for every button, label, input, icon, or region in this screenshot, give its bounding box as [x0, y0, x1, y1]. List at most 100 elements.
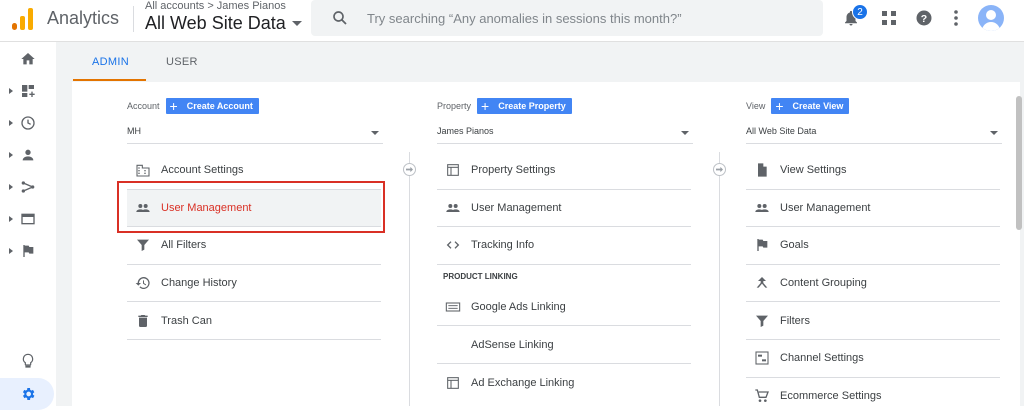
- tracking-info-item[interactable]: Tracking Info: [437, 227, 691, 265]
- menu-item-label: Ad Exchange Linking: [471, 376, 575, 389]
- view-selector[interactable]: All Web Site Data: [145, 13, 302, 34]
- tab-bar: ADMIN USER: [56, 42, 1024, 82]
- property-settings-item[interactable]: Property Settings: [437, 152, 691, 190]
- breadcrumb[interactable]: All accounts > James Pianos: [145, 0, 286, 12]
- caret-down-icon: [291, 21, 302, 26]
- rail-audience[interactable]: [0, 140, 56, 170]
- property-user-management-item[interactable]: User Management: [437, 190, 691, 228]
- view-title: All Web Site Data: [145, 13, 286, 33]
- window-icon: [447, 376, 459, 389]
- view-selector[interactable]: All Web Site Data: [746, 126, 1002, 144]
- menu-item-label: User Management: [780, 201, 871, 214]
- adsense-linking-item[interactable]: AdSense Linking: [437, 326, 691, 364]
- discover-icon: [22, 353, 34, 368]
- channel-icon: [755, 351, 769, 365]
- filters-item[interactable]: Filters: [746, 302, 1000, 340]
- realtime-icon: [21, 116, 35, 130]
- menu-item-label: Trash Can: [161, 314, 212, 327]
- caret-down-icon: [371, 131, 379, 135]
- account-label: Account: [127, 101, 160, 111]
- grouping-icon: [756, 277, 768, 288]
- apps-grid-icon[interactable]: [879, 8, 899, 28]
- admin-panel: Account + Create Account MH Account Sett…: [72, 82, 1020, 406]
- home-icon: [21, 53, 35, 65]
- account-selector[interactable]: MH: [127, 126, 383, 144]
- create-property-button[interactable]: + Create Property: [477, 98, 572, 114]
- view-settings-item[interactable]: View Settings: [746, 152, 1000, 190]
- search-placeholder: Try searching “Any anomalies in sessions…: [367, 10, 682, 26]
- rail-discover[interactable]: [0, 346, 56, 376]
- help-icon[interactable]: ?: [914, 8, 934, 28]
- building-icon: [136, 165, 150, 177]
- menu-item-label: AdSense Linking: [471, 338, 554, 351]
- property-selector[interactable]: James Pianos: [437, 126, 693, 144]
- ecommerce-settings-item[interactable]: Ecommerce Settings: [746, 378, 1000, 415]
- plus-icon: +: [775, 98, 784, 114]
- ad-exchange-linking-item[interactable]: Ad Exchange Linking: [437, 364, 691, 402]
- cart-icon: [755, 389, 769, 403]
- code-icon: [446, 241, 460, 250]
- rail-behavior[interactable]: [0, 204, 56, 234]
- menu-item-label: Goals: [780, 239, 809, 252]
- rail-realtime[interactable]: [0, 108, 56, 138]
- plus-icon: +: [481, 98, 490, 114]
- rail-conversions[interactable]: [0, 236, 56, 266]
- expand-arrow-icon: [9, 152, 13, 158]
- tab-admin[interactable]: ADMIN: [92, 56, 129, 68]
- property-selected: James Pianos: [437, 126, 494, 136]
- behavior-icon: [21, 213, 35, 225]
- rail-customization[interactable]: [0, 76, 56, 106]
- app-title: Analytics: [47, 8, 120, 28]
- filter-icon: [137, 240, 149, 252]
- create-view-label: Create View: [792, 101, 844, 111]
- audience-icon: [22, 149, 34, 161]
- breadcrumb-account[interactable]: All accounts: [145, 0, 204, 12]
- document-icon: [758, 163, 767, 177]
- create-property-label: Create Property: [498, 101, 566, 111]
- rail-acquisition[interactable]: [0, 172, 56, 202]
- search-bar[interactable]: Try searching “Any anomalies in sessions…: [311, 0, 823, 36]
- account-avatar[interactable]: [978, 5, 1004, 31]
- flag-icon: [757, 239, 768, 252]
- tab-user[interactable]: USER: [166, 56, 198, 68]
- svg-text:?: ?: [921, 13, 927, 25]
- google-ads-linking-item[interactable]: Google Ads Linking: [437, 289, 691, 327]
- window-icon: [447, 164, 459, 177]
- content-grouping-item[interactable]: Content Grouping: [746, 265, 1000, 303]
- menu-item-label: All Filters: [161, 239, 207, 252]
- left-nav-rail: [0, 42, 56, 410]
- rail-admin[interactable]: [0, 378, 54, 410]
- column-divider: [409, 152, 410, 406]
- trash-can-item[interactable]: Trash Can: [127, 302, 381, 340]
- menu-item-label: View Settings: [780, 164, 847, 177]
- expand-arrow-icon: [9, 216, 13, 222]
- divider: [133, 6, 134, 32]
- expand-arrow-icon: [9, 184, 13, 190]
- breadcrumb-property[interactable]: James Pianos: [217, 0, 286, 12]
- expand-arrow-icon: [9, 248, 13, 254]
- caret-down-icon: [990, 131, 998, 135]
- menu-item-label: Ecommerce Settings: [780, 390, 882, 403]
- view-user-management-item[interactable]: User Management: [746, 190, 1000, 228]
- expand-arrow-icon: [9, 88, 13, 94]
- search-icon: [333, 11, 347, 25]
- rail-home[interactable]: [0, 44, 56, 74]
- menu-item-label: Channel Settings: [780, 352, 864, 365]
- breadcrumb-separator: >: [207, 0, 214, 12]
- menu-item-label: Property Settings: [471, 164, 556, 177]
- menu-item-label: Content Grouping: [780, 277, 867, 290]
- goals-item[interactable]: Goals: [746, 227, 1000, 265]
- create-view-button[interactable]: + Create View: [771, 98, 850, 114]
- arrow-right-icon: [403, 163, 416, 176]
- more-vert-icon[interactable]: [946, 8, 966, 28]
- plus-icon: +: [169, 98, 178, 114]
- change-history-item[interactable]: Change History: [127, 265, 381, 303]
- analytics-logo-icon[interactable]: [12, 6, 34, 30]
- channel-settings-item[interactable]: Channel Settings: [746, 340, 1000, 378]
- top-bar: Analytics All accounts > James Pianos All …: [0, 0, 1024, 42]
- create-account-button[interactable]: + Create Account: [165, 98, 259, 114]
- scrollbar[interactable]: [1016, 96, 1022, 230]
- admin-gear-icon: [22, 388, 35, 400]
- view-label: View: [746, 101, 766, 111]
- menu-item-label: User Management: [471, 201, 562, 214]
